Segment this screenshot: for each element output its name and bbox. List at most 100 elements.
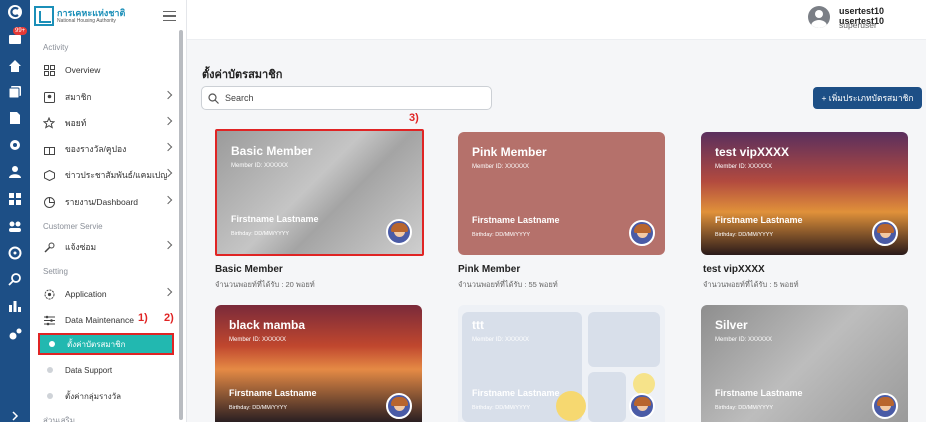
sidebar-item-label: รายงาน/Dashboard (65, 197, 138, 207)
box-icon (43, 169, 55, 181)
nha-logo-icon (34, 6, 54, 26)
annotation-2: 2) (164, 312, 174, 324)
sidebar-item-label: สมาชิก (65, 92, 92, 102)
card-title: Pink Member (472, 145, 547, 159)
sidebar-item-label: Data Maintenance (65, 315, 134, 325)
card-member-id: Member ID: XXXXXX (715, 337, 773, 343)
sidebar-item-overview[interactable]: Overview (37, 59, 177, 81)
card-birthday: Birthday: DD/MM/YYYY (715, 405, 774, 411)
card-name-label: test vipXXXX (703, 264, 765, 275)
card-pattern-block (588, 312, 660, 367)
card-holder-name: Firstname Lastname (229, 388, 317, 398)
user-avatar[interactable] (808, 6, 830, 28)
search-icon[interactable] (7, 271, 23, 287)
hamburger-menu-icon[interactable] (163, 11, 176, 21)
logo-title-th: การเคหะแห่งชาติ (57, 7, 126, 18)
sidebar-item-news[interactable]: ข่าวประชาสัมพันธ์/แคมเปญ (37, 164, 177, 186)
users-group-icon[interactable] (7, 218, 23, 234)
add-member-type-button[interactable]: + เพิ่มประเภทบัตรสมาชิก (813, 87, 922, 109)
icon-rail: 99+ (0, 0, 30, 422)
member-card-ttt[interactable]: ttt Member ID: XXXXXX Firstname Lastname… (458, 305, 665, 422)
sidebar-item-member[interactable]: สมาชิก (37, 86, 177, 108)
gear-icon (43, 288, 55, 300)
section-customer: Customer Servie (43, 222, 103, 231)
card-title: ttt (472, 318, 484, 332)
card-title: test vipXXXX (715, 145, 790, 159)
sidebar-item-repair[interactable]: แจ้งซ่อม (37, 236, 177, 258)
card-title: Silver (715, 318, 748, 332)
section-setting: Setting (43, 267, 68, 276)
sidebar-item-rewards[interactable]: ของรางวัล/คูปอง (37, 138, 177, 160)
member-card-silver[interactable]: Silver Member ID: XXXXXX Firstname Lastn… (701, 305, 908, 422)
chevron-right-icon (163, 90, 173, 100)
sidebar-item-data-maintenance[interactable]: Data Maintenance (37, 309, 177, 331)
bar-chart-icon[interactable] (7, 298, 23, 314)
home-icon[interactable] (7, 58, 23, 74)
sidebar-item-label: ข่าวประชาสัมพันธ์/แคมเปญ (65, 170, 168, 180)
sidebar-subitem-label: Data Support (65, 365, 113, 375)
member-card-vip[interactable]: test vipXXXX Member ID: XXXXXX Firstname… (701, 132, 908, 255)
gift-icon (43, 143, 55, 155)
brand-logo-icon[interactable] (7, 4, 23, 20)
card-birthday: Birthday: DD/MM/YYYY (472, 232, 531, 238)
search-input[interactable] (225, 93, 475, 103)
sidebar-item-label: Overview (65, 65, 101, 75)
sidebar-item-points[interactable]: พอยท์ (37, 112, 177, 134)
chevron-right-icon (163, 116, 173, 126)
card-birthday: Birthday: DD/MM/YYYY (229, 405, 288, 411)
bullet-icon (47, 367, 53, 373)
wrench-icon (43, 241, 55, 253)
chevron-right-icon (163, 287, 173, 297)
annotation-3: 3) (409, 112, 419, 124)
chick-illustration-icon (556, 391, 586, 421)
settings-icon[interactable] (7, 137, 23, 153)
cog-icon[interactable] (7, 245, 23, 261)
sidebar-item-label: ของรางวัล/คูปอง (65, 144, 127, 154)
document-icon[interactable] (7, 110, 23, 126)
grid-icon (43, 64, 55, 76)
card-points-label: จำนวนพอยท์ที่ได้รับ : 20 พอยท์ (215, 280, 315, 289)
sliders-icon (43, 314, 55, 326)
bullet-icon (47, 393, 53, 399)
card-title: black mamba (229, 318, 306, 332)
cogs-icon[interactable] (7, 326, 23, 342)
card-birthday: Birthday: DD/MM/YYYY (715, 232, 774, 238)
sidebar-subitem-member-card-settings[interactable]: ตั้งค่าบัตรสมาชิก (38, 333, 174, 355)
copy-icon[interactable] (7, 84, 23, 100)
sidebar-item-report[interactable]: รายงาน/Dashboard (37, 191, 177, 213)
member-card-basic[interactable]: Basic Member Member ID: XXXXXX Firstname… (215, 129, 424, 256)
card-member-id: Member ID: XXXXXX (472, 164, 530, 170)
star-icon (43, 117, 55, 129)
bullet-icon (49, 341, 55, 347)
chevron-right-icon (163, 240, 173, 250)
sidebar-subitem-reward-group[interactable]: ตั้งค่ากลุ่มรางวัล (38, 385, 174, 407)
sidebar: การเคหะแห่งชาติ National Housing Authori… (30, 0, 187, 422)
sidebar-item-label: แจ้งซ่อม (65, 242, 97, 252)
card-avatar (386, 393, 412, 419)
section-more: ส่วนเสริม (43, 416, 76, 422)
sidebar-subitem-data-support[interactable]: Data Support (38, 359, 174, 381)
member-icon (43, 91, 55, 103)
card-member-id: Member ID: XXXXXX (231, 163, 289, 169)
nha-logo[interactable]: การเคหะแห่งชาติ National Housing Authori… (34, 6, 125, 26)
card-member-id: Member ID: XXXXXX (472, 337, 530, 343)
user-icon[interactable] (7, 164, 23, 180)
card-avatar (386, 219, 412, 245)
expand-icon[interactable] (7, 408, 23, 422)
card-avatar (629, 393, 655, 419)
chevron-right-icon (163, 195, 173, 205)
card-name-label: Basic Member (215, 264, 283, 275)
card-member-id: Member ID: XXXXXX (229, 337, 287, 343)
card-birthday: Birthday: DD/MM/YYYY (231, 231, 290, 237)
member-card-black-mamba[interactable]: black mamba Member ID: XXXXXX Firstname … (215, 305, 422, 422)
search-icon (208, 92, 219, 104)
sidebar-item-application[interactable]: Application (37, 283, 177, 305)
card-birthday: Birthday: DD/MM/YYYY (472, 405, 531, 411)
card-holder-name: Firstname Lastname (715, 388, 803, 398)
card-avatar (872, 393, 898, 419)
member-card-pink[interactable]: Pink Member Member ID: XXXXXX Firstname … (458, 132, 665, 255)
sidebar-scrollbar[interactable] (179, 30, 183, 420)
search-box[interactable] (201, 86, 492, 110)
card-points-label: จำนวนพอยท์ที่ได้รับ : 55 พอยท์ (458, 280, 558, 289)
dashboard-icon[interactable] (7, 191, 23, 207)
